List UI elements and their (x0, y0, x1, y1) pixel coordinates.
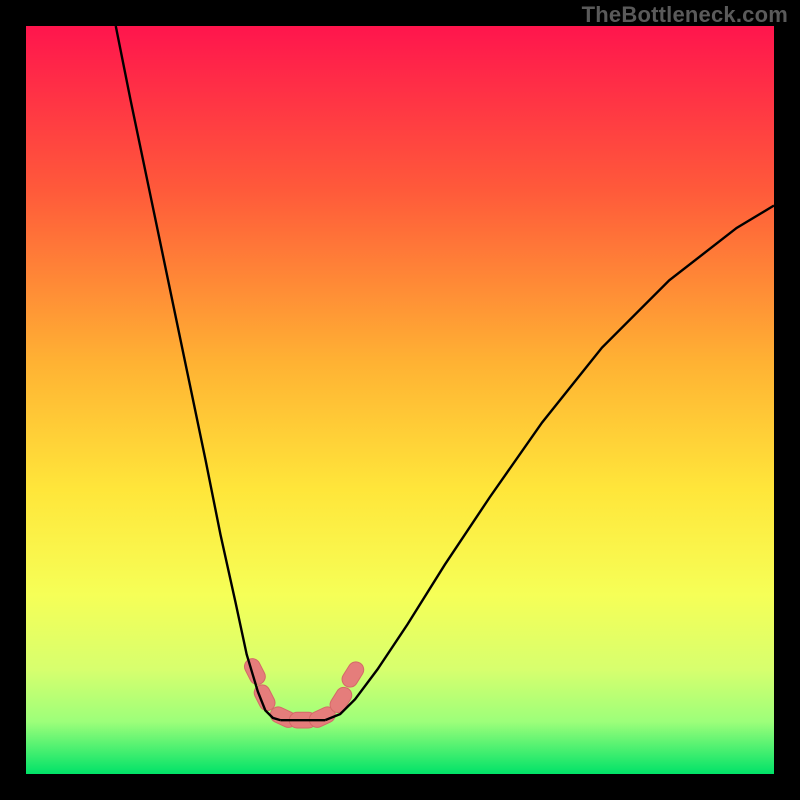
watermark-text: TheBottleneck.com (582, 2, 788, 28)
plot-area (26, 26, 774, 774)
chart-svg (26, 26, 774, 774)
chart-frame: TheBottleneck.com (0, 0, 800, 800)
